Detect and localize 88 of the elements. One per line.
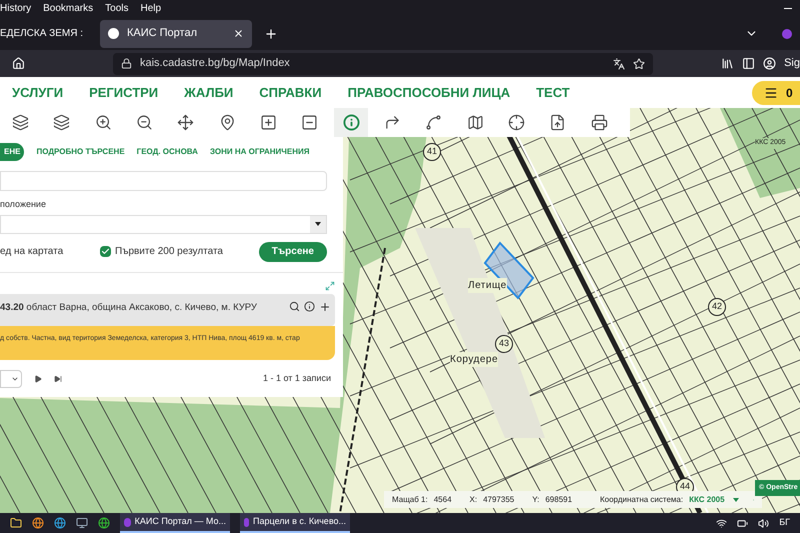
folder-icon[interactable]	[10, 517, 22, 529]
move-icon	[177, 114, 194, 131]
globe-icon[interactable]	[98, 517, 110, 529]
taskbar-button[interactable]: Парцели в с. Кичево...	[240, 513, 350, 533]
monitor-icon[interactable]	[76, 517, 88, 529]
nav-link[interactable]: УСЛУГИ	[12, 82, 64, 102]
address-text: kais.cadastre.bg/bg/Map/Index	[140, 56, 291, 72]
expand-icon[interactable]	[325, 280, 335, 290]
globe-icon[interactable]	[54, 517, 66, 529]
records-summary: 1 - 1 от 1 записи	[262, 372, 331, 385]
browser-tab[interactable]: КАИС Портал	[100, 20, 252, 48]
print-icon	[590, 114, 608, 131]
stack-icon	[12, 114, 30, 131]
layers-icon	[53, 114, 70, 131]
account-label[interactable]: Sig	[784, 55, 800, 72]
tab-title: ЕДЕЛСКА ЗЕМЯ :	[0, 27, 83, 41]
map-icon	[466, 114, 484, 131]
menu-item[interactable]: Bookmarks	[43, 1, 94, 16]
square-minus-icon	[301, 114, 318, 131]
crosshair-icon	[508, 114, 526, 131]
nav-link[interactable]: ПРАВОСПОСОБНИ ЛИЦА	[348, 82, 510, 102]
nav-link[interactable]: ТЕСТ	[536, 82, 570, 102]
translate-icon[interactable]	[613, 58, 625, 70]
menu-icon	[764, 86, 778, 100]
close-icon[interactable]	[233, 28, 244, 39]
app-icon	[124, 518, 131, 526]
volume-icon[interactable]	[758, 518, 770, 528]
map-label: Корудере	[450, 352, 498, 367]
y-label: Y:	[532, 494, 540, 506]
search-input[interactable]	[0, 171, 327, 191]
next-page-icon[interactable]	[34, 374, 42, 382]
zoom-out-icon	[136, 114, 154, 131]
file-upload-icon	[549, 114, 566, 131]
battery-icon[interactable]	[737, 518, 748, 528]
address-bar[interactable]: kais.cadastre.bg/bg/Map/Index	[113, 52, 653, 74]
taskbar-button[interactable]: КАИС Портал — Мо...	[120, 513, 230, 533]
check-icon	[101, 247, 110, 256]
tab-title: КАИС Портал	[127, 26, 198, 42]
menu-item[interactable]: Tools	[105, 1, 128, 16]
search-icon[interactable]	[289, 300, 300, 312]
zoom-in-icon	[94, 114, 112, 131]
search-tab[interactable]: ЕНЕ	[0, 143, 24, 161]
new-tab-icon[interactable]	[264, 26, 278, 40]
sidebar-icon[interactable]	[742, 57, 756, 70]
x-value: 4797355	[483, 494, 514, 506]
home-icon[interactable]	[12, 57, 25, 70]
limit-label: Първите 200 резултата	[115, 245, 223, 259]
browser-icon[interactable]	[32, 517, 44, 529]
info-icon[interactable]	[304, 300, 315, 312]
search-tab[interactable]: ЗОНИ НА ОГРАНИЧЕНИЯ	[210, 143, 310, 161]
limit-checkbox[interactable]	[100, 246, 111, 257]
x-label: X:	[470, 494, 478, 506]
library-icon[interactable]	[721, 57, 734, 70]
nav-link[interactable]: РЕГИСТРИ	[89, 82, 158, 102]
nav-link[interactable]: СПРАВКИ	[259, 82, 322, 102]
location-label: положение	[0, 198, 47, 211]
dropdown-icon	[732, 498, 739, 502]
map-label: Летище	[468, 278, 507, 293]
star-icon[interactable]	[633, 58, 645, 70]
search-button[interactable]: Търсене	[258, 242, 327, 262]
account-icon[interactable]	[763, 57, 776, 70]
scale-label: Мащаб 1:	[392, 494, 428, 506]
wifi-icon[interactable]	[716, 518, 728, 528]
plus-icon[interactable]	[319, 300, 331, 312]
menu-item[interactable]: Help	[140, 1, 162, 16]
nav-link[interactable]: ЖАЛБИ	[184, 82, 234, 102]
search-tab[interactable]: ПОДРОБНО ТЪРСЕНЕ	[36, 143, 125, 161]
dropdown-icon	[315, 222, 321, 226]
square-plus-icon	[260, 114, 278, 131]
y-value: 698591	[545, 494, 572, 506]
search-tab[interactable]: ГЕОД. ОСНОВА	[136, 143, 198, 161]
extension-icon[interactable]	[782, 28, 792, 38]
crs-label: Координатна система:	[600, 494, 684, 506]
scale-value: 4564	[434, 494, 452, 506]
menu-item[interactable]: History	[0, 1, 32, 16]
result-row[interactable]: 43.20 област Варна, община Аксаково, с. Кичево, м. КУРУ	[0, 294, 335, 326]
info-icon	[342, 114, 360, 131]
lock-icon	[121, 58, 132, 69]
last-page-icon[interactable]	[54, 374, 62, 382]
map-view-label: ед на картата	[0, 245, 64, 259]
site-icon	[108, 28, 119, 39]
pin-icon	[218, 114, 236, 131]
menu-button[interactable]: 0	[752, 80, 800, 104]
app-icon	[244, 518, 250, 526]
result-title: 43.20 област Варна, община Аксаково, с. Кичево, м. КУРУ	[0, 300, 258, 314]
crs-select[interactable]: ККС 2005	[689, 494, 739, 506]
browser-tab[interactable]: ЕДЕЛСКА ЗЕМЯ :	[0, 20, 96, 48]
language-indicator[interactable]: БГ	[779, 516, 790, 530]
